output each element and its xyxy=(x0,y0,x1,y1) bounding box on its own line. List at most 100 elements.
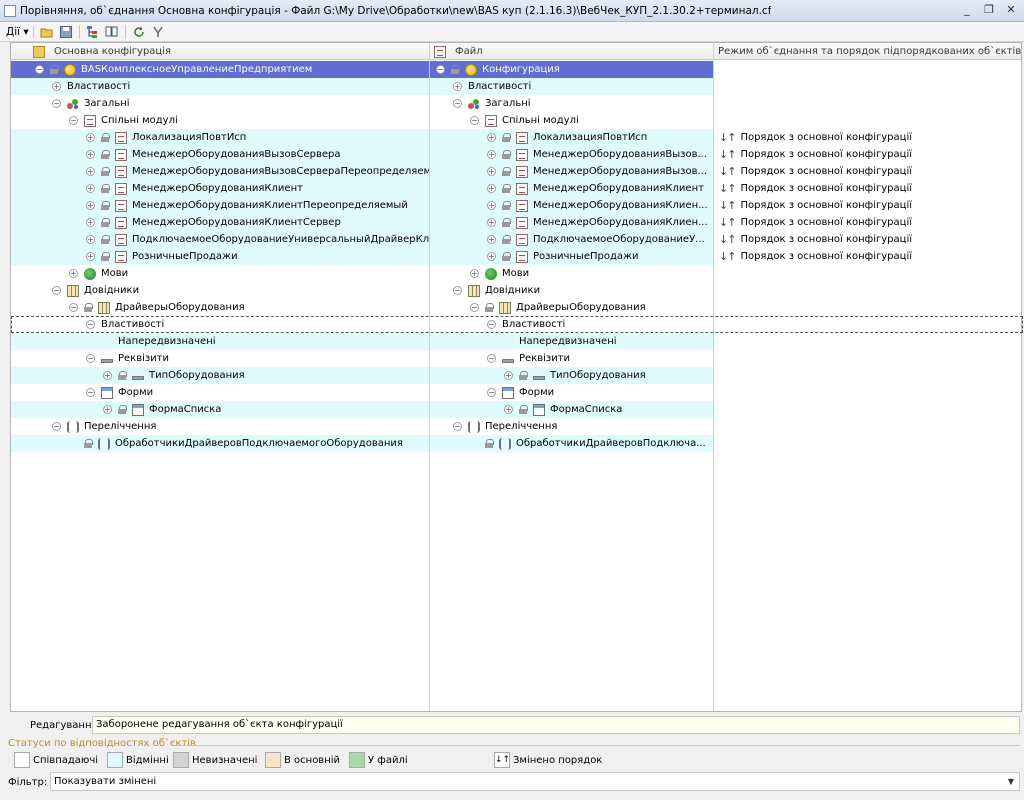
merge-mode-cell[interactable]: ↓↑ Порядок з основної конфігурації xyxy=(714,197,1023,214)
main-config-cell[interactable]: + МенеджерОборудованияКлиентПереопределяе… xyxy=(11,197,429,214)
expand-icon[interactable]: + xyxy=(86,150,95,159)
collapse-icon[interactable]: − xyxy=(453,99,462,108)
merge-mode-cell[interactable] xyxy=(714,282,1023,299)
main-config-cell[interactable]: − Загальні xyxy=(11,95,429,112)
chevron-down-icon[interactable]: ▼ xyxy=(1003,773,1019,790)
main-config-cell[interactable]: + ФормаСписка xyxy=(11,401,429,418)
tree-row-catalogs[interactable]: − Довідники − Довідники xyxy=(11,282,1023,299)
merge-mode-cell[interactable] xyxy=(714,418,1023,435)
tree-row-enums[interactable]: − Переліччення − Переліччення xyxy=(11,418,1023,435)
main-config-cell[interactable]: + ПодключаемоеОборудованиеУниверсальныйДр… xyxy=(11,231,429,248)
minimize-button[interactable]: _ xyxy=(960,3,974,17)
expand-icon[interactable]: + xyxy=(487,235,496,244)
main-config-cell[interactable]: − Спільні модулі xyxy=(11,112,429,129)
file-cell[interactable]: + МенеджерОборудованияКлиент xyxy=(430,180,713,197)
file-cell[interactable]: + МенеджерОборудованияВызов... xyxy=(430,146,713,163)
merge-mode-cell[interactable] xyxy=(714,61,1023,78)
collapse-icon[interactable]: − xyxy=(86,320,95,329)
expand-icon[interactable]: + xyxy=(86,201,95,210)
tree-row-catalog-item[interactable]: − ДрайверыОборудования − ДрайверыОборудован… xyxy=(11,299,1023,316)
file-cell[interactable]: + ЛокализацияПовтИсп xyxy=(430,129,713,146)
merge-mode-cell[interactable] xyxy=(714,78,1023,95)
expand-icon[interactable]: + xyxy=(86,252,95,261)
merge-mode-cell[interactable] xyxy=(714,350,1023,367)
main-config-cell[interactable]: + МенеджерОборудованияВызовСервера xyxy=(11,146,429,163)
file-cell[interactable]: + ФормаСписка xyxy=(430,401,713,418)
collapse-icon[interactable]: − xyxy=(69,303,78,312)
collapse-icon[interactable]: − xyxy=(453,422,462,431)
collapse-icon[interactable]: − xyxy=(487,354,496,363)
expand-icon[interactable]: + xyxy=(86,235,95,244)
file-cell[interactable]: + ПодключаемоеОборудованиеУ... xyxy=(430,231,713,248)
tree-row-common-modules[interactable]: − Спільні модулі − Спільні модулі xyxy=(11,112,1023,129)
collapse-icon[interactable]: − xyxy=(453,286,462,295)
file-cell[interactable]: − Довідники xyxy=(430,282,713,299)
tree-row-root[interactable]: − BASКомплексноеУправлениеПредприятием − Ко… xyxy=(11,61,1023,78)
tree-icon[interactable] xyxy=(85,24,101,40)
tree-row-attribute[interactable]: + ТипОборудования + ТипОборудования xyxy=(11,367,1023,384)
expand-icon[interactable]: + xyxy=(103,405,112,414)
file-cell[interactable]: + РозничныеПродажи xyxy=(430,248,713,265)
main-config-cell[interactable]: + МенеджерОборудованияКлиент xyxy=(11,180,429,197)
tree-row-enum[interactable]: ОбработчикиДрайверовПодключаемогоОборудо… xyxy=(11,435,1023,452)
expand-icon[interactable]: + xyxy=(504,371,513,380)
expand-icon[interactable]: + xyxy=(487,184,496,193)
close-button[interactable]: ✕ xyxy=(1004,3,1018,17)
tree-row-form[interactable]: + ФормаСписка + ФормаСписка xyxy=(11,401,1023,418)
merge-mode-cell[interactable]: ↓↑ Порядок з основної конфігурації xyxy=(714,248,1023,265)
main-config-cell[interactable]: + ЛокализацияПовтИсп xyxy=(11,129,429,146)
expand-icon[interactable]: + xyxy=(487,133,496,142)
file-cell[interactable]: − Переліччення xyxy=(430,418,713,435)
column-header-main[interactable]: Основна конфігурація xyxy=(29,43,429,60)
filter-select[interactable]: Показувати змінені ▼ xyxy=(50,772,1020,791)
file-cell[interactable]: ОбработчикиДрайверовПодключа... xyxy=(430,435,713,452)
tree-row-predefined[interactable]: Напередвизначені Напередвизначені xyxy=(11,333,1023,350)
main-config-cell[interactable]: + РозничныеПродажи xyxy=(11,248,429,265)
main-config-cell[interactable]: + МенеджерОборудованияКлиентСервер xyxy=(11,214,429,231)
tree-row-module[interactable]: + РозничныеПродажи + РозничныеПродажи ↓↑ Поря… xyxy=(11,248,1023,265)
expand-icon[interactable]: + xyxy=(69,269,78,278)
merge-mode-cell[interactable] xyxy=(714,265,1023,282)
collapse-icon[interactable]: − xyxy=(86,354,95,363)
file-cell[interactable]: − Властивості xyxy=(430,316,713,333)
expand-icon[interactable]: + xyxy=(86,167,95,176)
merge-mode-cell[interactable] xyxy=(714,299,1023,316)
tree-row-general[interactable]: − Загальні − Загальні xyxy=(11,95,1023,112)
expand-icon[interactable]: + xyxy=(487,218,496,227)
refresh-icon[interactable] xyxy=(131,24,147,40)
file-cell[interactable]: − ДрайверыОборудования xyxy=(430,299,713,316)
main-config-cell[interactable]: ОбработчикиДрайверовПодключаемогоОборудо… xyxy=(11,435,429,452)
expand-icon[interactable]: + xyxy=(487,252,496,261)
tree-row-module[interactable]: + МенеджерОборудованияКлиент + МенеджерОбор… xyxy=(11,180,1023,197)
expand-icon[interactable]: + xyxy=(487,167,496,176)
main-config-cell[interactable]: − ДрайверыОборудования xyxy=(11,299,429,316)
settings-icon[interactable] xyxy=(150,24,166,40)
collapse-icon[interactable]: − xyxy=(52,422,61,431)
merge-mode-cell[interactable] xyxy=(714,367,1023,384)
file-cell[interactable]: Напередвизначені xyxy=(430,333,713,350)
collapse-icon[interactable]: − xyxy=(35,65,44,74)
merge-mode-cell[interactable]: ↓↑ Порядок з основної конфігурації xyxy=(714,180,1023,197)
file-cell[interactable]: − Загальні xyxy=(430,95,713,112)
collapse-icon[interactable]: − xyxy=(470,303,479,312)
merge-mode-cell[interactable] xyxy=(714,435,1023,452)
merge-mode-cell[interactable]: ↓↑ Порядок з основної конфігурації xyxy=(714,231,1023,248)
expand-icon[interactable]: + xyxy=(487,201,496,210)
file-cell[interactable]: + Властивості xyxy=(430,78,713,95)
merge-mode-cell[interactable]: ↓↑ Порядок з основної конфігурації xyxy=(714,214,1023,231)
file-cell[interactable]: + МенеджерОборудованияВызов... xyxy=(430,163,713,180)
tree-row-attributes[interactable]: − Реквізити − Реквізити xyxy=(11,350,1023,367)
tree-row-module[interactable]: + МенеджерОборудованияВызовСервераПереопр… xyxy=(11,163,1023,180)
main-config-cell[interactable]: + Властивості xyxy=(11,78,429,95)
expand-icon[interactable]: + xyxy=(86,133,95,142)
main-config-cell[interactable]: − Реквізити xyxy=(11,350,429,367)
merge-mode-cell[interactable]: ↓↑ Порядок з основної конфігурації xyxy=(714,146,1023,163)
collapse-icon[interactable]: − xyxy=(470,116,479,125)
collapse-icon[interactable]: − xyxy=(487,320,496,329)
actions-menu[interactable]: Дії ▾ xyxy=(4,25,34,38)
file-cell[interactable]: − Конфигурация xyxy=(430,61,713,78)
column-header-mode[interactable]: Режим об`єднання та порядок підпорядкова… xyxy=(714,43,1023,60)
compare-icon[interactable] xyxy=(104,24,120,40)
tree-row-module[interactable]: + МенеджерОборудованияКлиентПереопределяе… xyxy=(11,197,1023,214)
collapse-icon[interactable]: − xyxy=(487,388,496,397)
